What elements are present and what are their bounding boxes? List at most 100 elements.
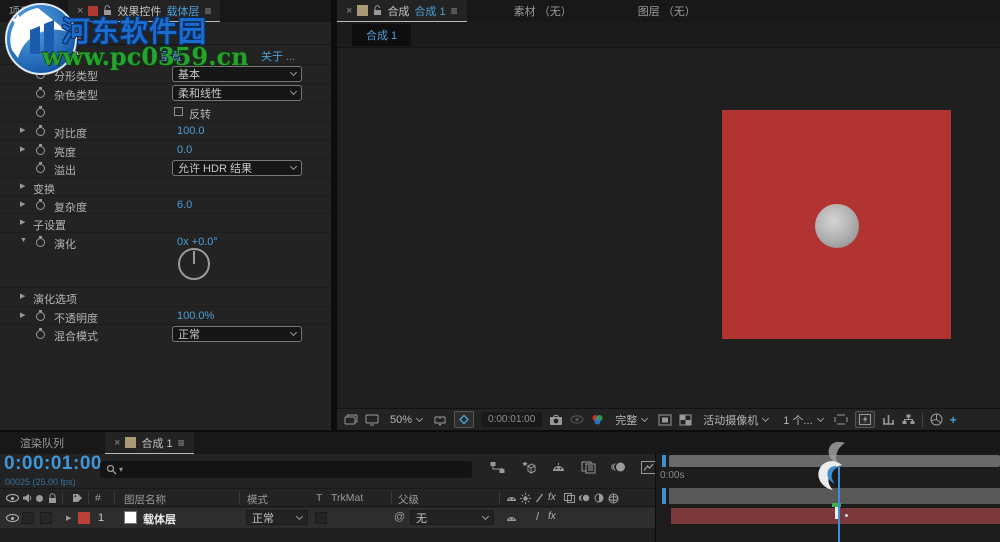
fractal-type-select[interactable]: 基本 — [172, 66, 302, 82]
twirl-down-icon[interactable]: ▼ — [8, 50, 16, 57]
transparency-grid-icon[interactable] — [679, 414, 692, 426]
quality-header-icon[interactable] — [535, 493, 544, 503]
ruler-grid-icon[interactable] — [433, 413, 447, 426]
layer-mode-select[interactable]: 正常 — [246, 510, 308, 525]
active-camera-select[interactable]: 活动摄像机 — [699, 412, 772, 428]
layer-visibility-eye-icon[interactable] — [6, 514, 19, 522]
adjustment-layer-header-icon[interactable] — [594, 493, 604, 503]
tab-timeline-comp[interactable]: × 合成 1 ≡ — [105, 432, 194, 454]
close-icon[interactable]: × — [346, 5, 352, 17]
viewer-timecode[interactable]: 0:00:01:00 — [481, 412, 543, 427]
panel-menu-icon[interactable]: ≡ — [204, 4, 211, 18]
fast-previews-button[interactable] — [854, 411, 875, 428]
timeline-button-icon[interactable] — [882, 414, 895, 425]
stopwatch-icon[interactable] — [36, 106, 45, 117]
layer-quality-switch[interactable]: / — [536, 511, 539, 523]
layer-name-column-header[interactable]: 图层名称 — [124, 492, 166, 507]
view-layout-select[interactable]: 1 个... — [779, 412, 826, 428]
tab-effect-controls[interactable]: × 效果控件 载体层 ≡ — [68, 0, 221, 22]
twirl-right-icon[interactable]: ▶ — [20, 126, 28, 134]
mode-column-header[interactable]: 模式 — [247, 492, 268, 507]
timeline-search-input[interactable]: ▾ — [100, 461, 472, 478]
brightness-value[interactable]: 0.0 — [177, 144, 192, 156]
solo-toggle-slot[interactable] — [40, 512, 52, 524]
collapse-transformations-header-icon[interactable] — [520, 493, 531, 504]
evolution-value[interactable]: 0x +0.0° — [177, 236, 218, 248]
trkmat-column-header[interactable]: TrkMat — [331, 492, 363, 504]
trkmat-slot[interactable] — [315, 512, 327, 524]
layer-parent-select[interactable]: 无 — [410, 510, 494, 525]
twirl-right-icon[interactable]: ▶ — [20, 218, 28, 226]
moon-noise-circle[interactable] — [815, 204, 859, 248]
panel-menu-icon[interactable]: ≡ — [178, 436, 185, 450]
panel-menu-icon[interactable]: ≡ — [451, 4, 458, 18]
twirl-right-icon[interactable]: ▶ — [20, 182, 28, 190]
preserve-transparency-column-header[interactable]: T — [316, 492, 322, 504]
noise-type-select[interactable]: 柔和线性 — [172, 85, 302, 101]
solo-column-icon[interactable] — [36, 495, 43, 502]
magnification-select[interactable]: 50% — [386, 412, 426, 428]
blend-mode-select[interactable]: 正常 — [172, 326, 302, 342]
stopwatch-icon[interactable] — [36, 328, 45, 339]
twirl-down-icon[interactable]: ▼ — [20, 237, 28, 244]
mask-visibility-toggle[interactable] — [454, 411, 475, 428]
shy-layers-icon[interactable] — [551, 461, 566, 473]
stopwatch-icon[interactable] — [36, 144, 45, 155]
close-icon[interactable]: × — [77, 5, 83, 17]
twirl-right-icon[interactable]: ▶ — [20, 145, 28, 153]
complexity-value[interactable]: 6.0 — [177, 199, 192, 211]
current-timecode[interactable]: 0:00:01:00 — [4, 453, 102, 475]
effect-header-fractal-noise[interactable]: ▼ fx 分形杂色 重置 关于 ... — [0, 46, 331, 64]
stopwatch-icon[interactable] — [36, 68, 45, 79]
tab-composition[interactable]: × 合成 合成 1 ≡ — [337, 0, 467, 22]
stopwatch-icon[interactable] — [36, 310, 45, 321]
about-link[interactable]: 关于 ... — [261, 48, 295, 64]
navigator-start-handle[interactable] — [662, 455, 666, 467]
layer-twirl-icon[interactable]: ▶ — [66, 514, 71, 522]
layer-row-1[interactable]: ▶ 1 载体层 正常 @ 无 / fx — [0, 508, 655, 528]
primary-viewer-icon[interactable] — [365, 414, 379, 426]
region-of-interest-icon[interactable] — [658, 414, 672, 426]
video-column-eye-icon[interactable] — [6, 494, 19, 502]
tab-project[interactable]: 项目 — [0, 0, 40, 22]
stopwatch-icon[interactable] — [36, 199, 45, 210]
layer-name[interactable]: 载体层 — [143, 511, 176, 527]
parent-column-header[interactable]: 父级 — [398, 492, 419, 507]
layer-color-label[interactable] — [78, 512, 90, 524]
snapshot-camera-icon[interactable] — [549, 414, 563, 426]
always-preview-icon[interactable] — [344, 414, 358, 426]
stopwatch-icon[interactable] — [36, 162, 45, 173]
reset-link[interactable]: 重置 — [160, 48, 182, 64]
audio-toggle-slot[interactable] — [22, 512, 34, 524]
layer-shy-switch-icon[interactable] — [506, 513, 517, 522]
label-column-tag-icon[interactable] — [72, 493, 83, 503]
adjust-exposure-icon[interactable] — [930, 413, 943, 426]
comp-view-tab[interactable]: 合成 1 — [352, 23, 412, 46]
graph-editor-icon[interactable] — [641, 460, 656, 474]
twirl-right-icon[interactable]: ▶ — [20, 292, 28, 300]
pick-whip-icon[interactable]: @ — [394, 511, 405, 523]
stopwatch-icon[interactable] — [36, 87, 45, 98]
effects-header-icon[interactable]: fx — [548, 492, 556, 503]
tab-layer[interactable]: 图层 （无） — [629, 0, 705, 22]
frame-blending-icon[interactable] — [581, 461, 596, 474]
opacity-value[interactable]: 100.0% — [177, 310, 214, 322]
3d-layer-header-icon[interactable] — [608, 493, 619, 504]
exposure-offset-value[interactable]: + — [950, 413, 957, 427]
tab-render-queue[interactable]: 渲染队列 — [0, 432, 73, 454]
comp-flowchart-icon[interactable] — [902, 414, 915, 425]
tab-footage[interactable]: 素材 （无） — [505, 0, 581, 22]
pixel-aspect-correction-icon[interactable] — [834, 414, 848, 425]
work-area-start-handle[interactable] — [662, 488, 666, 504]
frame-blend-header-icon[interactable] — [564, 493, 575, 503]
show-snapshot-eye-icon[interactable] — [570, 415, 584, 424]
stopwatch-icon[interactable] — [36, 236, 45, 247]
comp-mini-flowchart-icon[interactable] — [490, 461, 505, 474]
audio-column-speaker-icon[interactable] — [22, 493, 32, 503]
index-column-header[interactable]: # — [95, 492, 101, 504]
shy-switch-header-icon[interactable] — [506, 493, 517, 502]
stopwatch-icon[interactable] — [36, 125, 45, 136]
layer-effects-switch[interactable]: fx — [548, 511, 556, 522]
invert-checkbox[interactable] — [174, 107, 183, 116]
lock-column-icon[interactable] — [48, 493, 57, 504]
